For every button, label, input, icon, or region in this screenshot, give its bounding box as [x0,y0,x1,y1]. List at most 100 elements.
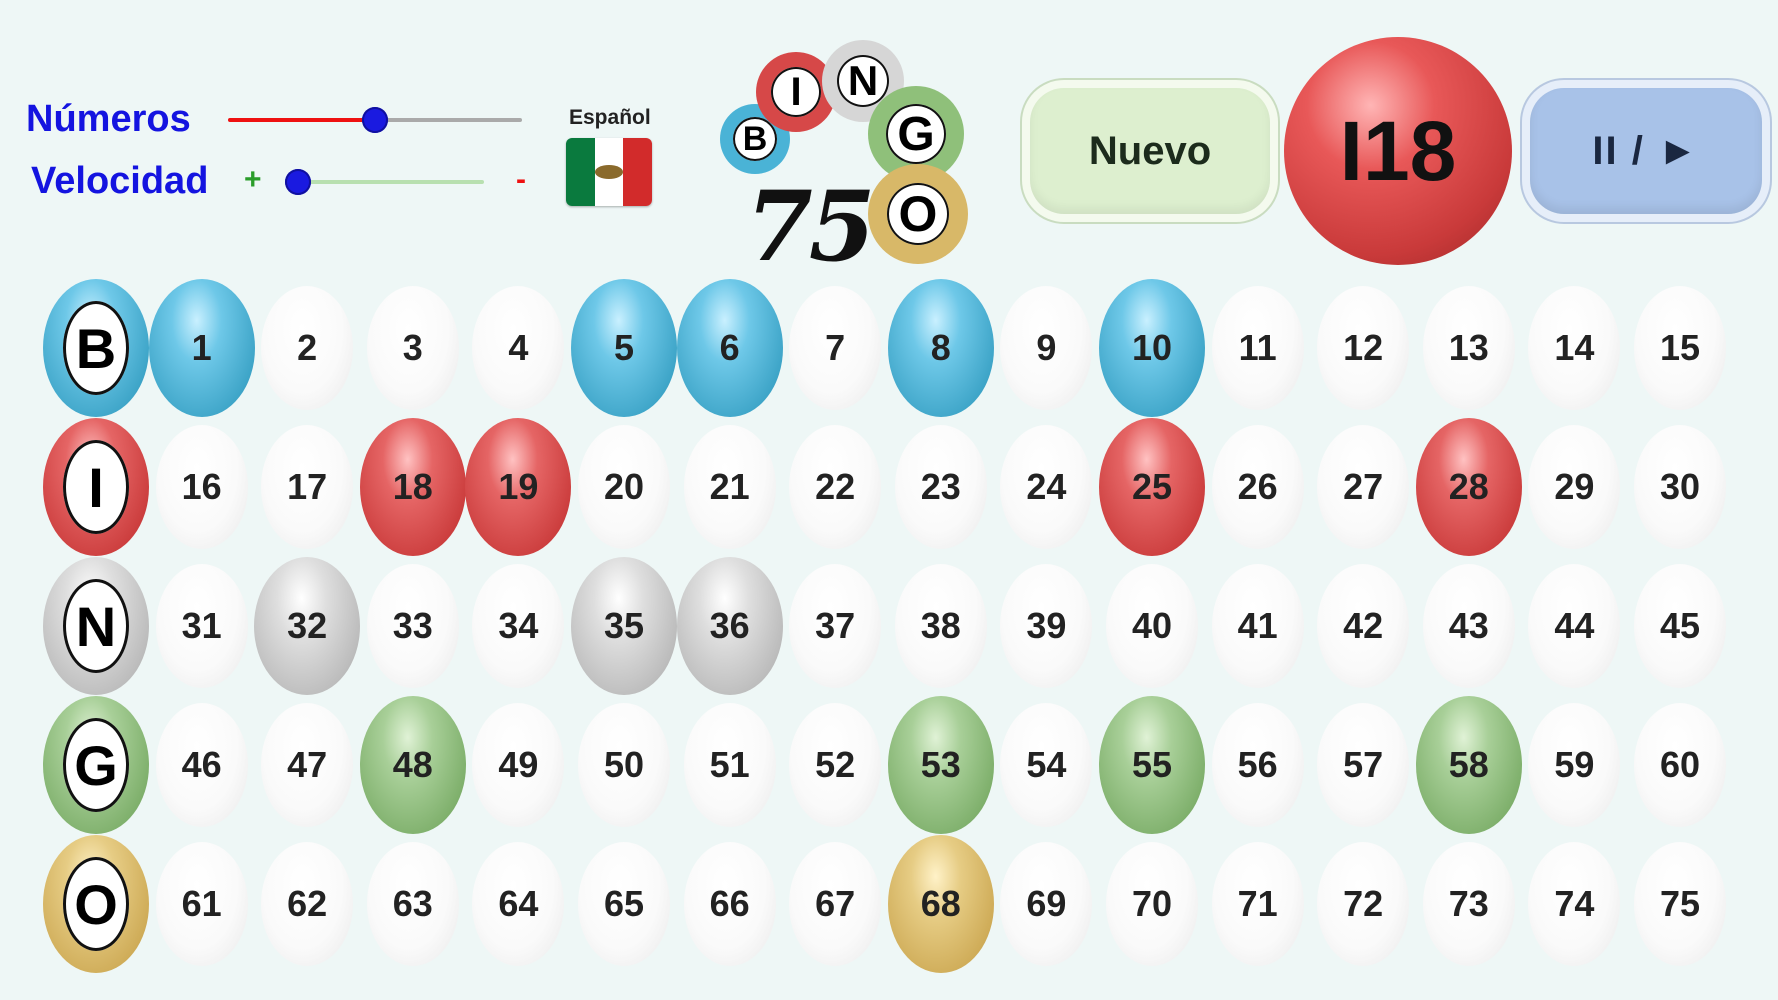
current-ball-label: I18 [1339,103,1457,198]
drawn-ball-58[interactable]: 58 [1415,696,1522,834]
ball-46[interactable]: 46 [155,703,248,827]
ball-69[interactable]: 69 [1000,842,1093,966]
ball-73[interactable]: 73 [1422,842,1515,966]
ball-44[interactable]: 44 [1528,564,1621,688]
ball-42[interactable]: 42 [1317,564,1410,688]
drawn-ball-48[interactable]: 48 [359,696,466,834]
speed-slider-knob[interactable] [285,169,311,195]
ball-47[interactable]: 47 [261,703,354,827]
ball-67[interactable]: 67 [789,842,882,966]
ball-12[interactable]: 12 [1317,286,1410,410]
row-letter-n: N [43,557,149,695]
ball-37[interactable]: 37 [789,564,882,688]
drawn-ball-25[interactable]: 25 [1099,418,1205,556]
logo-ball-o: O [868,164,968,264]
row-letter-label: I [63,440,129,534]
drawn-ball-32[interactable]: 32 [254,557,361,695]
ball-9[interactable]: 9 [1000,286,1093,410]
speed-label: Velocidad [31,160,209,202]
ball-13[interactable]: 13 [1422,286,1515,410]
current-ball: I18 [1284,37,1512,265]
logo-letter-i: I [771,67,821,117]
drawn-ball-35[interactable]: 35 [571,557,677,695]
ball-17[interactable]: 17 [261,425,354,549]
mexico-flag-icon[interactable] [566,138,652,206]
row-letter-o: O [43,835,149,973]
numbers-slider-knob[interactable] [362,107,388,133]
ball-4[interactable]: 4 [472,286,565,410]
ball-72[interactable]: 72 [1317,842,1410,966]
play-pause-button[interactable]: II / ► [1530,88,1762,214]
ball-64[interactable]: 64 [472,842,565,966]
ball-41[interactable]: 41 [1211,564,1304,688]
ball-71[interactable]: 71 [1211,842,1304,966]
ball-60[interactable]: 60 [1634,703,1726,827]
drawn-ball-1[interactable]: 1 [148,279,255,417]
logo-number: 75 [746,170,876,283]
ball-23[interactable]: 23 [894,425,987,549]
ball-24[interactable]: 24 [1000,425,1093,549]
drawn-ball-6[interactable]: 6 [676,279,783,417]
ball-40[interactable]: 40 [1106,564,1198,688]
ball-65[interactable]: 65 [578,842,670,966]
row-letter-g: G [43,696,149,834]
ball-66[interactable]: 66 [683,842,776,966]
ball-70[interactable]: 70 [1106,842,1198,966]
ball-27[interactable]: 27 [1317,425,1410,549]
ball-38[interactable]: 38 [894,564,987,688]
ball-7[interactable]: 7 [789,286,882,410]
logo-letter-g: G [886,104,946,164]
ball-49[interactable]: 49 [472,703,565,827]
ball-74[interactable]: 74 [1528,842,1621,966]
row-letter-b: B [43,279,149,417]
numbers-slider-track-filled[interactable] [228,118,374,122]
speed-minus-label: - [516,163,526,196]
drawn-ball-18[interactable]: 18 [359,418,466,556]
drawn-ball-5[interactable]: 5 [571,279,677,417]
ball-15[interactable]: 15 [1634,286,1726,410]
ball-29[interactable]: 29 [1528,425,1621,549]
drawn-ball-36[interactable]: 36 [676,557,783,695]
ball-39[interactable]: 39 [1000,564,1093,688]
drawn-ball-28[interactable]: 28 [1415,418,1522,556]
ball-34[interactable]: 34 [472,564,565,688]
ball-2[interactable]: 2 [261,286,354,410]
ball-54[interactable]: 54 [1000,703,1093,827]
ball-62[interactable]: 62 [261,842,354,966]
ball-57[interactable]: 57 [1317,703,1410,827]
ball-16[interactable]: 16 [155,425,248,549]
ball-61[interactable]: 61 [155,842,248,966]
ball-56[interactable]: 56 [1211,703,1304,827]
ball-33[interactable]: 33 [366,564,459,688]
ball-30[interactable]: 30 [1634,425,1726,549]
ball-11[interactable]: 11 [1211,286,1304,410]
ball-51[interactable]: 51 [683,703,776,827]
ball-50[interactable]: 50 [578,703,670,827]
ball-21[interactable]: 21 [683,425,776,549]
new-game-button[interactable]: Nuevo [1030,88,1270,214]
ball-14[interactable]: 14 [1528,286,1621,410]
row-letter-i: I [43,418,149,556]
logo-letter-b: B [733,117,777,161]
ball-52[interactable]: 52 [789,703,882,827]
drawn-ball-8[interactable]: 8 [887,279,994,417]
ball-59[interactable]: 59 [1528,703,1621,827]
drawn-ball-19[interactable]: 19 [465,418,572,556]
numbers-slider-track[interactable] [374,118,522,122]
ball-31[interactable]: 31 [155,564,248,688]
ball-75[interactable]: 75 [1634,842,1726,966]
ball-43[interactable]: 43 [1422,564,1515,688]
language-label[interactable]: Español [569,106,651,130]
ball-22[interactable]: 22 [789,425,882,549]
drawn-ball-68[interactable]: 68 [887,835,994,973]
ball-20[interactable]: 20 [578,425,670,549]
ball-63[interactable]: 63 [366,842,459,966]
ball-26[interactable]: 26 [1211,425,1304,549]
drawn-ball-55[interactable]: 55 [1099,696,1205,834]
ball-3[interactable]: 3 [366,286,459,410]
drawn-ball-10[interactable]: 10 [1099,279,1205,417]
ball-45[interactable]: 45 [1634,564,1726,688]
row-letter-label: O [63,857,129,951]
drawn-ball-53[interactable]: 53 [887,696,994,834]
speed-slider-track[interactable] [298,180,484,184]
